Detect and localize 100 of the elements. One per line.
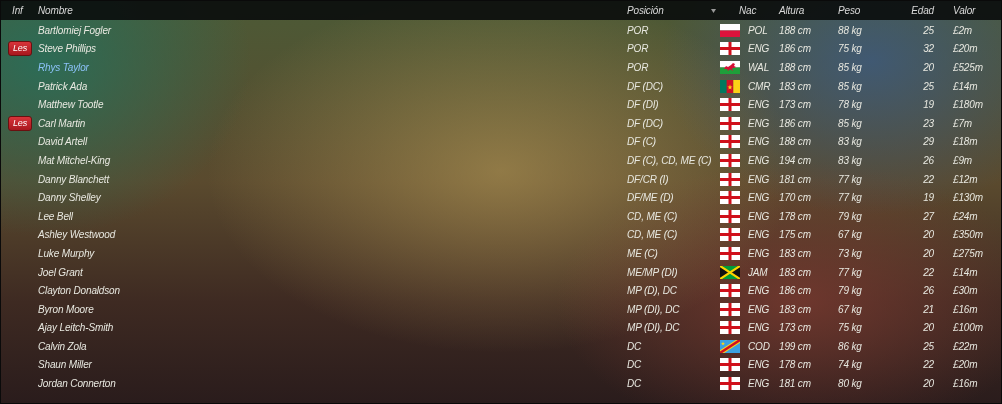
height-text: 186 cm [779, 285, 811, 297]
column-header[interactable]: Valor [934, 5, 1001, 16]
column-header[interactable]: Posición [627, 5, 720, 16]
age-text: 20 [923, 229, 934, 241]
value-text: £16m [953, 378, 978, 390]
age-text: 25 [923, 24, 934, 36]
column-header[interactable]: Nombre [38, 5, 627, 16]
position-text: MP (D), DC [627, 285, 677, 297]
weight-text: 77 kg [838, 173, 862, 185]
nation-code: ENG [748, 359, 770, 371]
value-text: £2m [953, 24, 972, 36]
weight-text: 75 kg [838, 43, 862, 55]
weight-text: 77 kg [838, 266, 862, 278]
height-text: 178 cm [779, 210, 811, 222]
position-text: DF (DC) [627, 117, 663, 129]
player-name[interactable]: Clayton Donaldson [38, 285, 120, 297]
column-header[interactable]: Peso [838, 5, 898, 16]
age-text: 20 [923, 322, 934, 334]
nation-code: COD [748, 340, 770, 352]
height-text: 181 cm [779, 173, 811, 185]
position-text: DC [627, 340, 642, 352]
column-header[interactable]: Inf [1, 5, 38, 16]
player-name[interactable]: Danny Blanchett [38, 173, 110, 185]
weight-text: 83 kg [838, 136, 862, 148]
value-text: £12m [953, 173, 978, 185]
player-name[interactable]: Mat Mitchel-King [38, 154, 111, 166]
position-text: DF (C), CD, ME (C) [627, 154, 712, 166]
player-name[interactable]: Steve Phillips [38, 43, 96, 55]
value-text: £180m [953, 99, 983, 111]
column-header[interactable]: Edad [898, 5, 934, 16]
height-text: 173 cm [779, 322, 811, 334]
player-name[interactable]: Carl Martin [38, 117, 86, 129]
age-text: 26 [923, 154, 934, 166]
weight-text: 85 kg [838, 80, 862, 92]
height-text: 175 cm [779, 229, 811, 241]
value-text: £18m [953, 136, 978, 148]
age-text: 32 [923, 43, 934, 55]
nation-code: ENG [748, 136, 770, 148]
age-text: 26 [923, 285, 934, 297]
weight-text: 85 kg [838, 62, 862, 73]
player-name[interactable]: Joel Grant [38, 266, 83, 278]
value-text: £7m [953, 117, 972, 129]
player-name[interactable]: Ashley Westwood [38, 229, 116, 241]
sort-arrow-icon [711, 8, 716, 13]
height-text: 188 cm [779, 62, 811, 73]
nation-code: ENG [748, 117, 770, 129]
height-text: 188 cm [779, 136, 811, 148]
weight-text: 83 kg [838, 154, 862, 166]
age-text: 29 [923, 136, 934, 148]
column-header[interactable]: Altura [779, 5, 838, 16]
height-text: 194 cm [779, 154, 811, 166]
player-name[interactable]: Ajay Leitch-Smith [38, 322, 114, 334]
weight-text: 74 kg [838, 359, 862, 371]
player-name[interactable]: Shaun Miller [38, 359, 92, 371]
value-text: £525m [953, 62, 983, 73]
age-text: 21 [923, 303, 934, 315]
player-name[interactable]: Rhys Taylor [38, 62, 89, 73]
column-header[interactable]: Nac [720, 5, 779, 16]
position-text: DF/CR (I) [627, 173, 669, 185]
weight-text: 79 kg [838, 285, 862, 297]
height-text: 186 cm [779, 117, 811, 129]
age-text: 22 [923, 173, 934, 185]
value-text: £100m [953, 322, 983, 334]
nation-code: ENG [748, 210, 770, 222]
player-name[interactable]: Lee Bell [38, 210, 73, 222]
weight-text: 78 kg [838, 99, 862, 111]
player-name[interactable]: Jordan Connerton [38, 378, 116, 390]
player-name[interactable]: Calvin Zola [38, 340, 87, 352]
height-text: 186 cm [779, 43, 811, 55]
player-name[interactable]: Danny Shelley [38, 192, 101, 204]
nation-code: POL [748, 24, 768, 36]
player-name[interactable]: Byron Moore [38, 303, 94, 315]
position-text: DC [627, 359, 642, 371]
age-text: 25 [923, 80, 934, 92]
position-text: ME/MP (DI) [627, 266, 678, 278]
value-text: £275m [953, 247, 983, 259]
value-text: £20m [953, 43, 978, 55]
height-text: 183 cm [779, 80, 811, 92]
position-text: DF (C) [627, 136, 656, 148]
value-text: £16m [953, 303, 978, 315]
player-name[interactable]: Bartlomiej Fogler [38, 24, 112, 36]
nation-code: WAL [748, 62, 770, 73]
age-text: 22 [923, 266, 934, 278]
height-text: 173 cm [779, 99, 811, 111]
player-name[interactable]: Patrick Ada [38, 80, 88, 92]
value-text: £130m [953, 192, 983, 204]
nation-code: ENG [748, 192, 770, 204]
position-text: MP (DI), DC [627, 303, 680, 315]
age-text: 19 [923, 192, 934, 204]
nation-code: ENG [748, 229, 770, 241]
position-text: DC [627, 378, 642, 390]
height-text: 178 cm [779, 359, 811, 371]
position-text: ME (C) [627, 247, 658, 259]
nation-code: ENG [748, 173, 770, 185]
position-text: DF (DC) [627, 80, 663, 92]
weight-text: 88 kg [838, 24, 862, 36]
value-text: £14m [953, 80, 978, 92]
player-name[interactable]: Luke Murphy [38, 247, 95, 259]
player-name[interactable]: David Artell [38, 136, 87, 148]
player-name[interactable]: Matthew Tootle [38, 99, 104, 111]
